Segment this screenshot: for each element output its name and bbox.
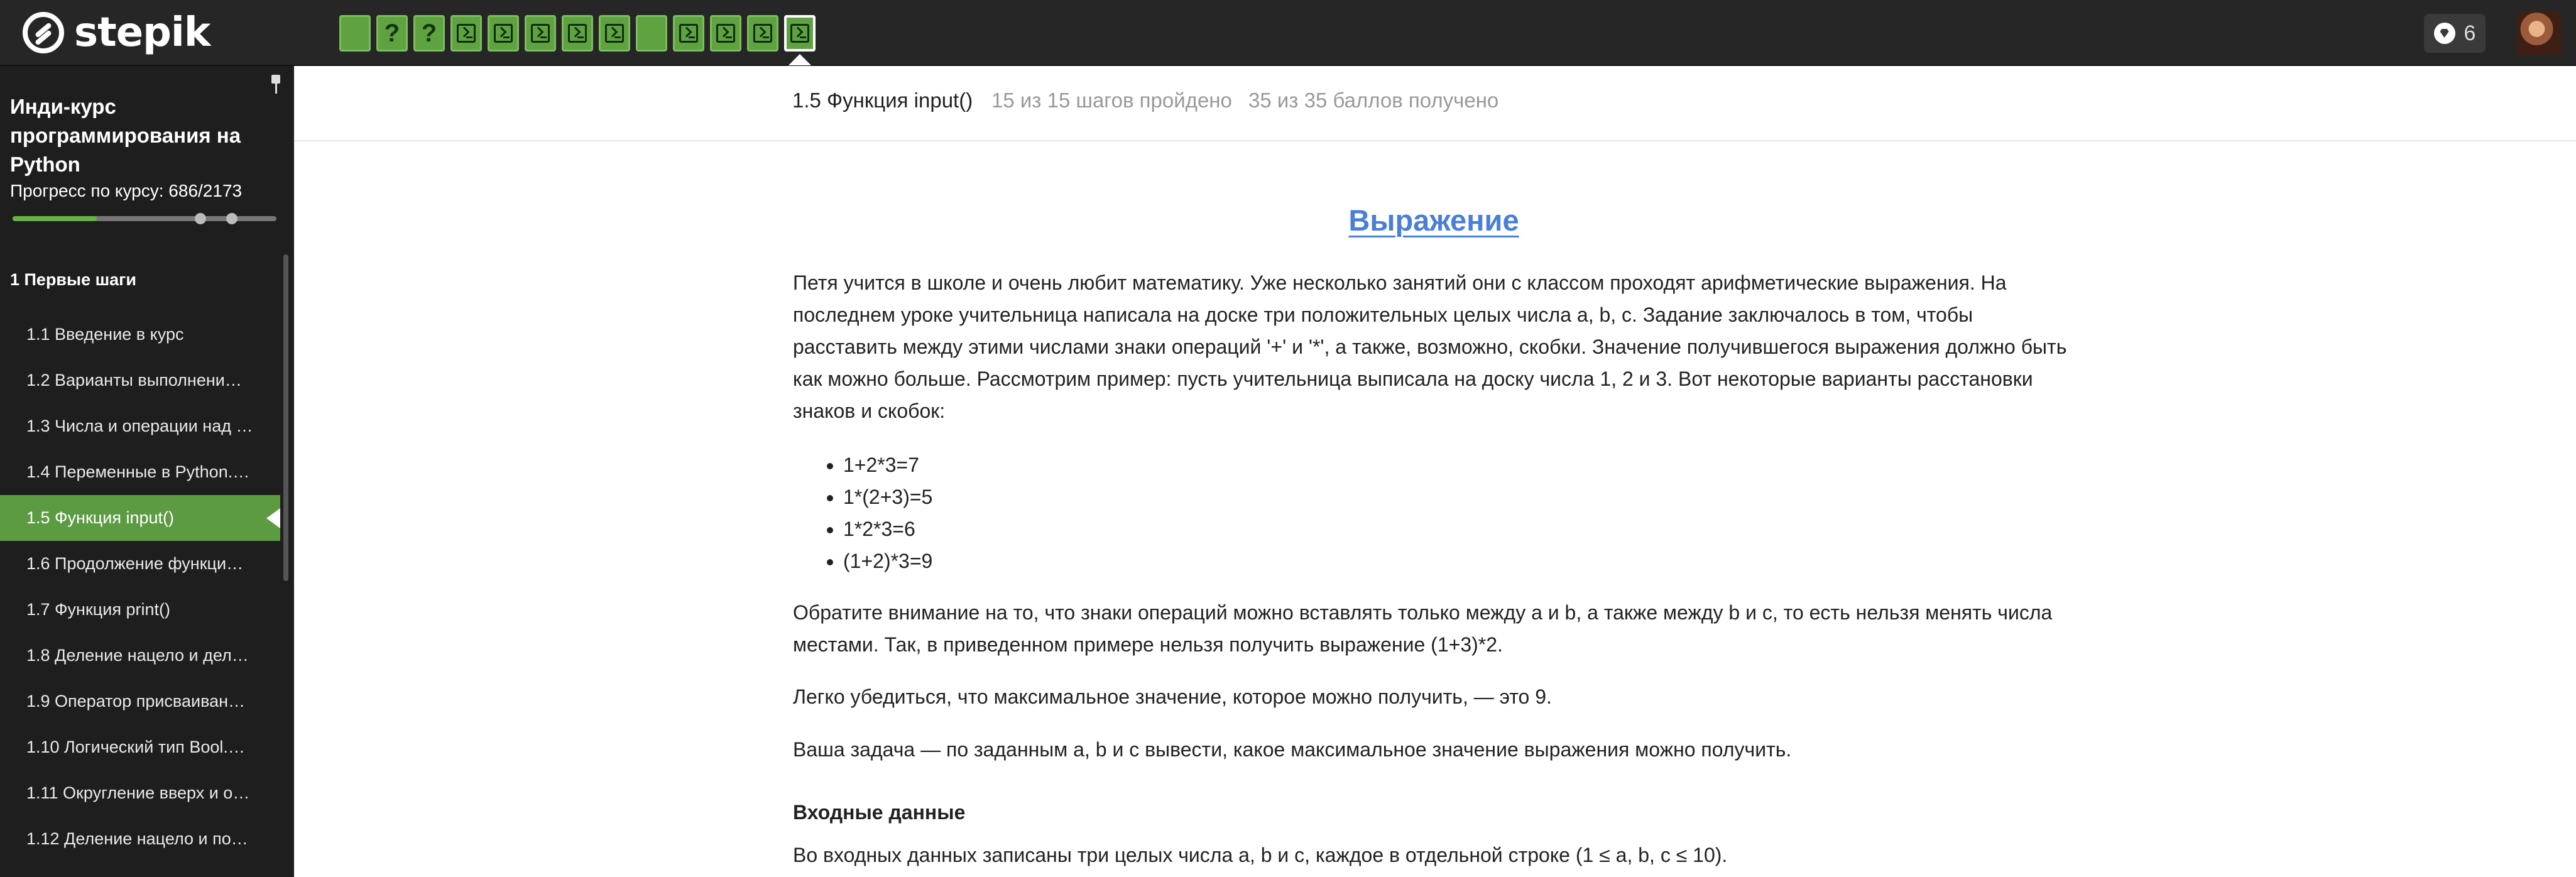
course-progress-label: Прогресс по курсу: 686/2173 <box>10 181 243 200</box>
example-item: (1+2)*3=9 <box>843 545 932 577</box>
sidebar-lesson-item[interactable]: 1.11 Округление вверх и о… <box>0 770 280 816</box>
progress-marker <box>195 213 206 224</box>
sidebar-lesson-item[interactable]: 1.12 Деление нацело и по… <box>0 816 280 862</box>
example-item: 1*(2+3)=5 <box>843 481 932 513</box>
terminal-icon <box>494 24 513 43</box>
example-item: 1+2*3=7 <box>843 449 932 481</box>
lesson-header: 1.5 Функция input() 15 из 15 шагов пройд… <box>294 66 2576 141</box>
input-data-heading: Входные данные <box>793 801 966 824</box>
avatar[interactable] <box>2517 11 2561 55</box>
step-7-button[interactable] <box>562 15 593 52</box>
course-title[interactable]: Инди-курс программирования на Python <box>10 92 261 179</box>
input-data-paragraph: Во входных данных записаны три целых чис… <box>793 839 2075 871</box>
step-4-button[interactable] <box>450 15 482 52</box>
stepik-logo-icon <box>23 12 64 53</box>
step-3-button[interactable]: ? <box>413 15 445 52</box>
terminal-icon <box>605 24 624 43</box>
step-9-button[interactable] <box>636 15 667 52</box>
step-5-button[interactable] <box>488 15 519 52</box>
step-10-button[interactable] <box>673 15 704 52</box>
problem-paragraph: Петя учится в школе и очень любит матема… <box>793 267 2075 427</box>
logo-text: stepik <box>74 9 210 56</box>
paragraph-text: Ваша задача — по заданным a, b и c вывес… <box>793 738 1792 761</box>
step-8-button[interactable] <box>599 15 630 52</box>
lesson-list: 1.1 Введение в курс 1.2 Варианты выполнен… <box>0 312 280 862</box>
gem-icon <box>2433 23 2455 44</box>
course-progress-bar <box>13 213 276 224</box>
step-1-button[interactable] <box>339 15 371 52</box>
step-12-button[interactable] <box>747 15 778 52</box>
sidebar-lesson-item[interactable]: 1.6 Продолжение функци… <box>0 541 280 587</box>
step-title-text: Выражение <box>1348 204 1519 237</box>
step-13-button[interactable] <box>784 15 816 52</box>
module-title[interactable]: 1 Первые шаги <box>10 270 136 290</box>
sidebar-lesson-item[interactable]: 1.1 Введение в курс <box>0 312 280 357</box>
step-navigation: ?? <box>339 15 816 52</box>
gems-counter[interactable]: 6 <box>2424 14 2486 53</box>
step-6-button[interactable] <box>525 15 556 52</box>
sidebar-lesson-item[interactable]: 1.5 Функция input() <box>0 495 280 541</box>
step-title: Выражение <box>793 203 2075 237</box>
terminal-icon <box>716 24 735 43</box>
question-icon: ? <box>421 19 437 47</box>
question-icon: ? <box>384 19 400 47</box>
sidebar-lesson-item[interactable]: 1.3 Числа и операции над … <box>0 403 280 449</box>
lesson-title: 1.5 Функция input() <box>792 89 973 112</box>
task-paragraph: Ваша задача — по заданным a, b и c вывес… <box>793 734 2075 766</box>
course-progress-fill <box>13 216 97 221</box>
top-bar: stepik ?? 6 <box>0 0 2576 66</box>
points-received: 35 из 35 баллов получено <box>1248 89 1499 112</box>
note-paragraph: Обратите внимание на то, что знаки опера… <box>793 597 2075 661</box>
pin-icon[interactable] <box>269 75 283 94</box>
course-sidebar: Инди-курс программирования на Python Про… <box>0 66 294 877</box>
step-11-button[interactable] <box>710 15 741 52</box>
terminal-icon <box>679 24 698 43</box>
step-2-button[interactable]: ? <box>376 15 408 52</box>
sidebar-lesson-item[interactable]: 1.10 Логический тип Bool.… <box>0 724 280 770</box>
gems-count: 6 <box>2464 21 2476 45</box>
example-item: 1*2*3=6 <box>843 513 932 545</box>
stepik-logo[interactable]: stepik <box>23 9 210 56</box>
paragraph-text: Легко убедиться, что максимальное значен… <box>793 685 1552 708</box>
terminal-icon <box>568 24 587 43</box>
paragraph-text: Петя учится в школе и очень любит матема… <box>793 271 2067 422</box>
steps-passed: 15 из 15 шагов пройдено <box>991 89 1232 112</box>
paragraph-text: Обратите внимание на то, что знаки опера… <box>793 601 2053 656</box>
sidebar-lesson-item[interactable]: 1.7 Функция print() <box>0 587 280 633</box>
max-value-paragraph: Легко убедиться, что максимальное значен… <box>793 681 2075 713</box>
sidebar-scrollbar[interactable] <box>283 254 288 581</box>
terminal-icon <box>457 24 476 43</box>
examples-list: 1+2*3=71*(2+3)=51*2*3=6(1+2)*3=9 <box>843 449 932 577</box>
sidebar-lesson-item[interactable]: 1.4 Переменные в Python.… <box>0 449 280 495</box>
paragraph-text: Во входных данных записаны три целых чис… <box>793 844 1728 866</box>
sidebar-lesson-item[interactable]: 1.9 Оператор присваиван… <box>0 678 280 724</box>
terminal-icon <box>753 24 772 43</box>
progress-marker <box>226 213 237 224</box>
sidebar-lesson-item[interactable]: 1.8 Деление нацело и дел… <box>0 633 280 678</box>
terminal-icon <box>790 24 809 43</box>
sidebar-lesson-item[interactable]: 1.2 Варианты выполнени… <box>0 357 280 403</box>
terminal-icon <box>531 24 550 43</box>
